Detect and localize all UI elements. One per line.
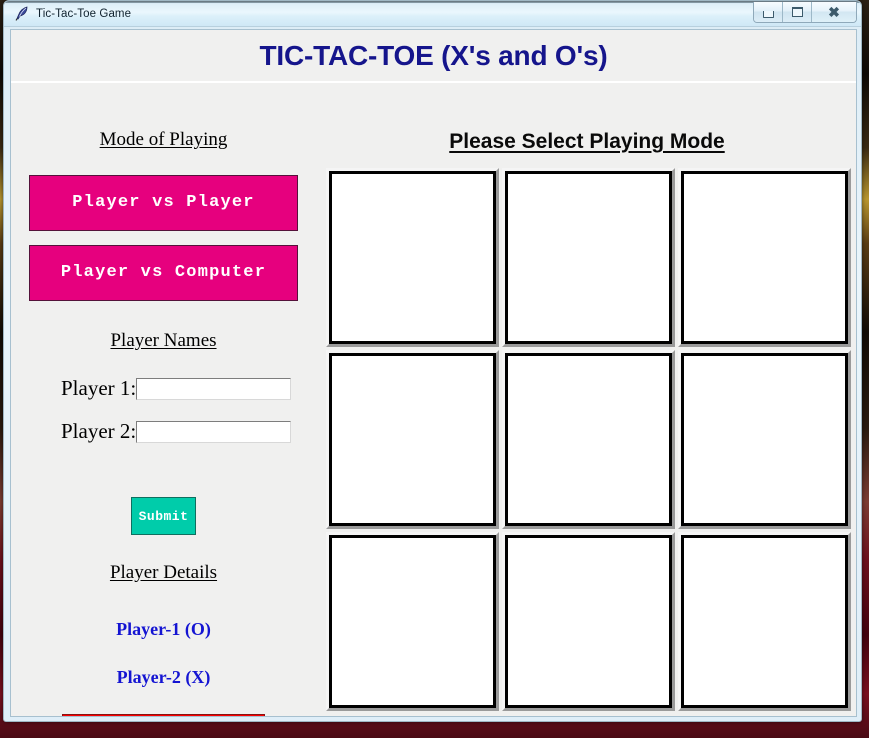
feather-quill-icon (15, 6, 29, 21)
reset-everything-button[interactable]: Reset Everything (62, 714, 265, 716)
maximize-icon (791, 7, 803, 17)
board-cell-2[interactable] (678, 168, 851, 347)
left-control-panel: Mode of Playing Player vs Player Player … (11, 85, 316, 716)
player-2-label: Player 2: (61, 419, 137, 443)
window-controls: ✖ (753, 2, 857, 23)
player-vs-player-button[interactable]: Player vs Player (29, 175, 298, 231)
window-client-area: TIC-TAC-TOE (X's and O's) Mode of Playin… (10, 29, 857, 717)
player-details-heading: Player Details (109, 562, 218, 583)
close-button[interactable]: ✖ (812, 2, 856, 22)
player-1-row: Player 1: (11, 376, 316, 401)
tic-tac-toe-board (326, 168, 851, 711)
board-cell-6[interactable] (326, 532, 499, 711)
page-title: TIC-TAC-TOE (X's and O's) (11, 30, 856, 83)
window-title: Tic-Tac-Toe Game (36, 7, 132, 20)
player-1-label: Player 1: (61, 376, 137, 400)
player-vs-computer-button[interactable]: Player vs Computer (29, 245, 298, 301)
close-icon: ✖ (828, 4, 840, 20)
player-2-detail: Player-2 (X) (116, 667, 211, 687)
window-titlebar[interactable]: Tic-Tac-Toe Game ✖ (4, 1, 861, 27)
player-names-heading: Player Names (110, 330, 217, 351)
board-cell-1[interactable] (502, 168, 675, 347)
board-cell-3[interactable] (326, 350, 499, 529)
board-cell-5[interactable] (678, 350, 851, 529)
status-heading: Please Select Playing Mode (449, 130, 725, 153)
player-1-detail: Player-1 (O) (116, 619, 211, 639)
board-cell-8[interactable] (678, 532, 851, 711)
maximize-button[interactable] (783, 2, 812, 22)
application-window: Tic-Tac-Toe Game ✖ TIC-TAC-TOE (X's and … (3, 0, 862, 722)
submit-button[interactable]: Submit (131, 497, 196, 535)
right-game-panel: Please Select Playing Mode (316, 85, 856, 716)
board-cell-7[interactable] (502, 532, 675, 711)
minimize-icon (762, 10, 774, 18)
player-1-input[interactable] (136, 377, 292, 400)
board-cell-0[interactable] (326, 168, 499, 347)
mode-of-playing-heading: Mode of Playing (99, 129, 228, 150)
titlebar-highlight (4, 1, 861, 3)
board-cell-4[interactable] (502, 350, 675, 529)
player-2-row: Player 2: (11, 419, 316, 444)
player-2-input[interactable] (136, 420, 292, 443)
minimize-button[interactable] (754, 2, 783, 22)
